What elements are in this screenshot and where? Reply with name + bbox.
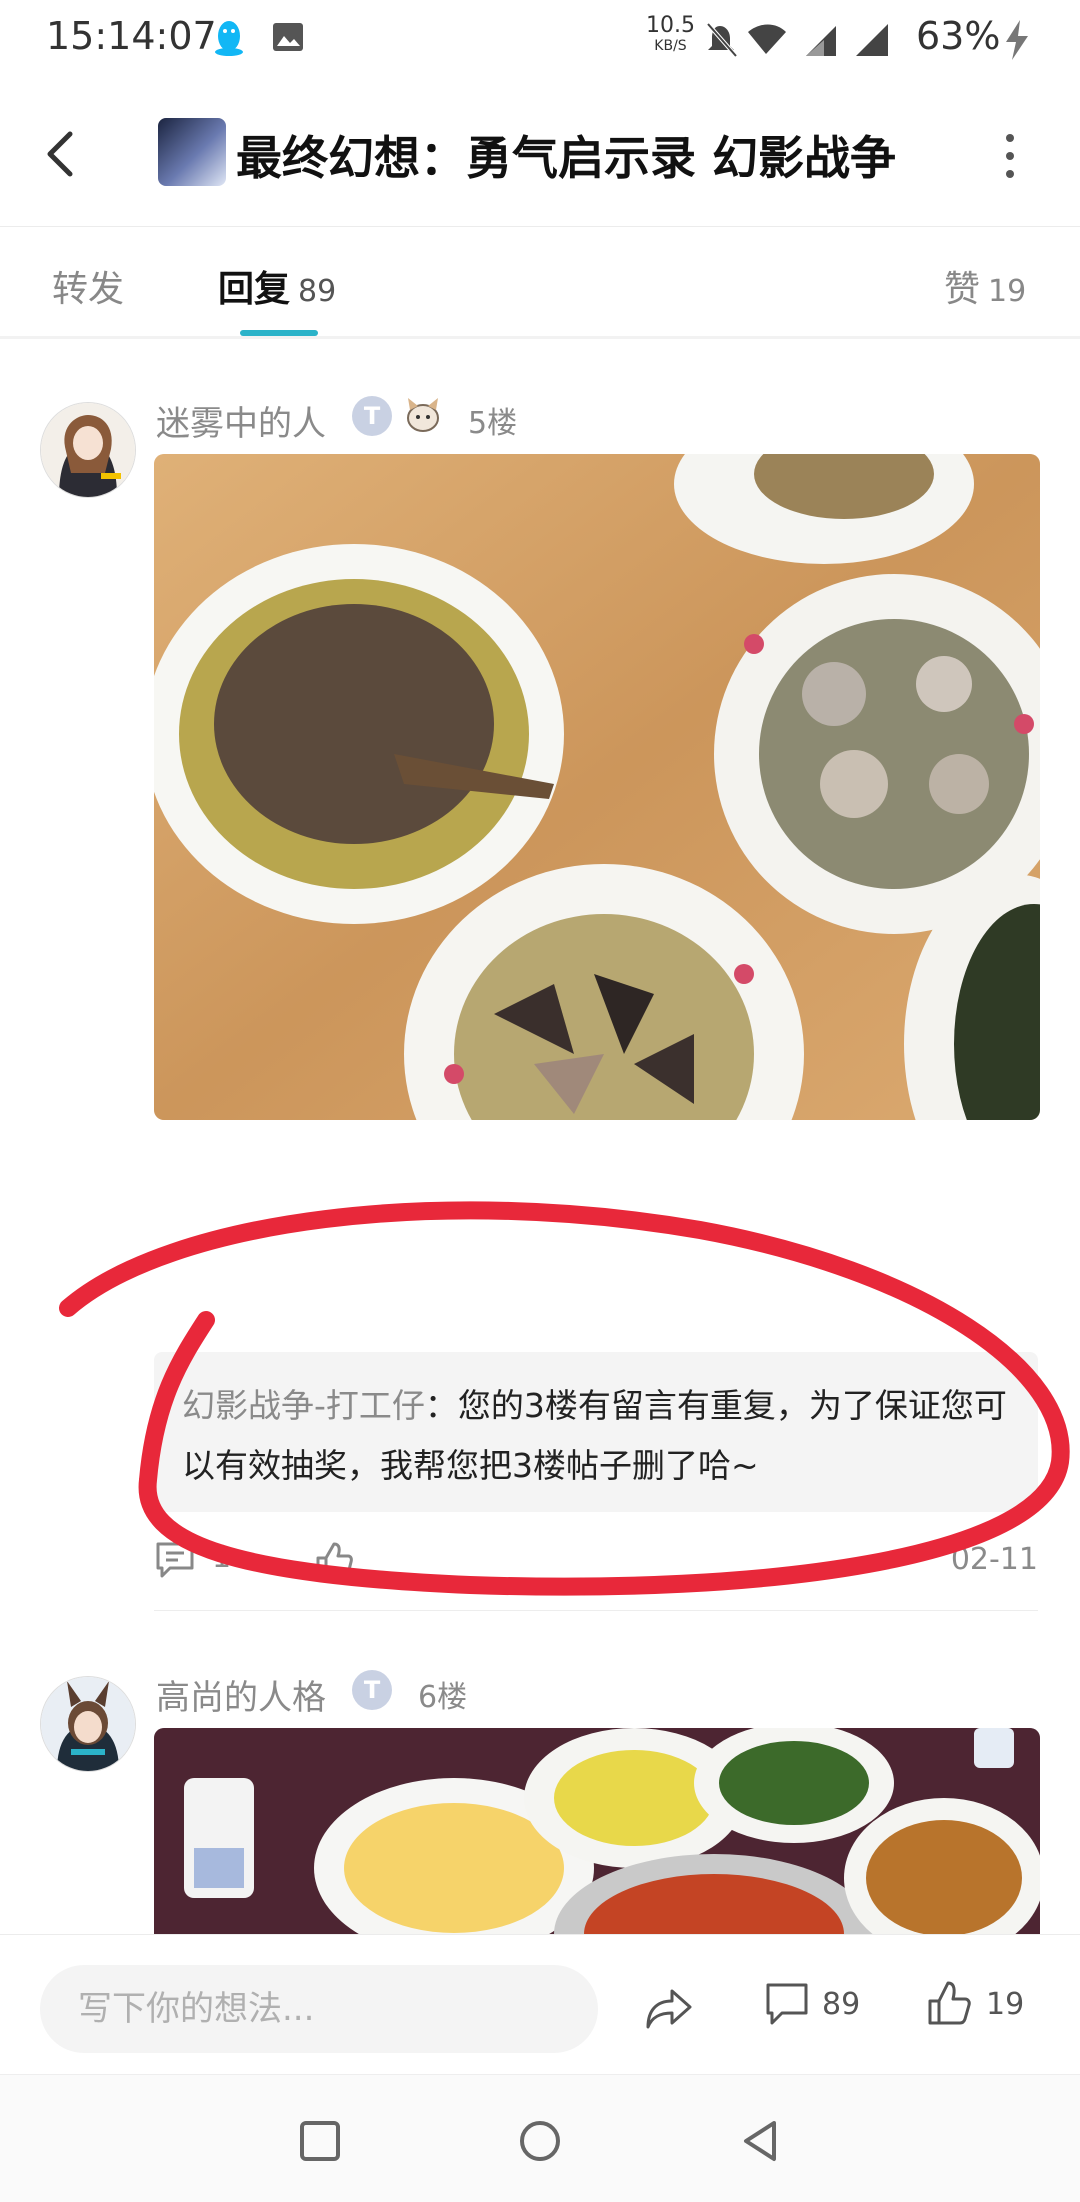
post-date: 02-11 [950, 1542, 1038, 1577]
food-photo [154, 454, 1040, 1120]
level-badge: T [352, 1670, 392, 1710]
square-nav-icon[interactable] [298, 2119, 342, 2163]
triangle-back-nav-icon[interactable] [738, 2119, 782, 2163]
top-app-bar: 最终幻想：勇气启示录 幻影战争 [0, 80, 1080, 227]
circle-nav-icon[interactable] [518, 2119, 562, 2163]
pet-badge-icon [407, 398, 439, 432]
comment-input[interactable] [40, 1965, 598, 2053]
active-tab-indicator [240, 330, 318, 336]
battery-percent: 63% [916, 14, 1001, 58]
back-arrow-icon[interactable] [36, 124, 86, 184]
status-time: 15:14:07 [46, 14, 217, 58]
reply-username[interactable]: 幻影战争-打工仔 [182, 1386, 425, 1425]
bottom-action-bar: 89 19 [0, 1934, 1080, 2075]
like-icon[interactable] [926, 1979, 972, 2029]
tab-likes[interactable]: 赞 19 [944, 260, 1026, 312]
like-count: 19 [986, 1987, 1025, 2022]
tab-replies[interactable]: 回复 89 [218, 260, 336, 312]
comment-icon[interactable] [154, 1540, 196, 1580]
image-notification-icon [273, 23, 303, 51]
share-icon[interactable] [644, 1983, 694, 2033]
reply-text: 幻影战争-打工仔：您的3楼有留言有重复，为了保证您可以有效抽奖，我帮您把3楼帖子… [182, 1386, 1007, 1485]
post-username[interactable]: 迷雾中的人 [156, 396, 326, 445]
charging-bolt-icon [1006, 20, 1028, 60]
floor-number: 5楼 [468, 406, 518, 441]
avatar-image [41, 1677, 135, 1771]
qq-penguin-icon [215, 21, 243, 56]
tab-bar: 转发 回复 89 赞 19 [0, 226, 1080, 339]
floor-number: 6楼 [418, 1680, 468, 1715]
more-vertical-icon[interactable] [998, 128, 1022, 184]
like-icon[interactable] [314, 1540, 354, 1580]
avatar-image [41, 403, 135, 497]
avatar[interactable] [40, 1676, 136, 1772]
status-bar: 15:14:07 10.5 KB/S 63% [0, 0, 1080, 80]
comment-count: 1 [212, 1540, 232, 1575]
level-badge: T [352, 396, 392, 436]
network-speed: 10.5 KB/S [646, 13, 695, 55]
tab-forward[interactable]: 转发 [52, 260, 124, 312]
page-title[interactable]: 最终幻想：勇气启示录 幻影战争 [236, 122, 896, 188]
post-divider [154, 1610, 1038, 1611]
comment-icon[interactable] [764, 1979, 810, 2029]
avatar[interactable] [40, 402, 136, 498]
post-photo[interactable] [154, 454, 1040, 1120]
status-icons [706, 22, 888, 58]
comment-count: 89 [822, 1987, 861, 2022]
post-actions: 1 02-11 [154, 1540, 1038, 1590]
food-photo [154, 1728, 1040, 1934]
game-logo[interactable] [158, 118, 226, 186]
reply-snippet[interactable]: 幻影战争-打工仔：您的3楼有留言有重复，为了保证您可以有效抽奖，我帮您把3楼帖子… [154, 1352, 1038, 1512]
system-nav-bar [0, 2074, 1080, 2202]
post-username[interactable]: 高尚的人格 [156, 1670, 326, 1719]
post-photo[interactable] [154, 1728, 1040, 1934]
